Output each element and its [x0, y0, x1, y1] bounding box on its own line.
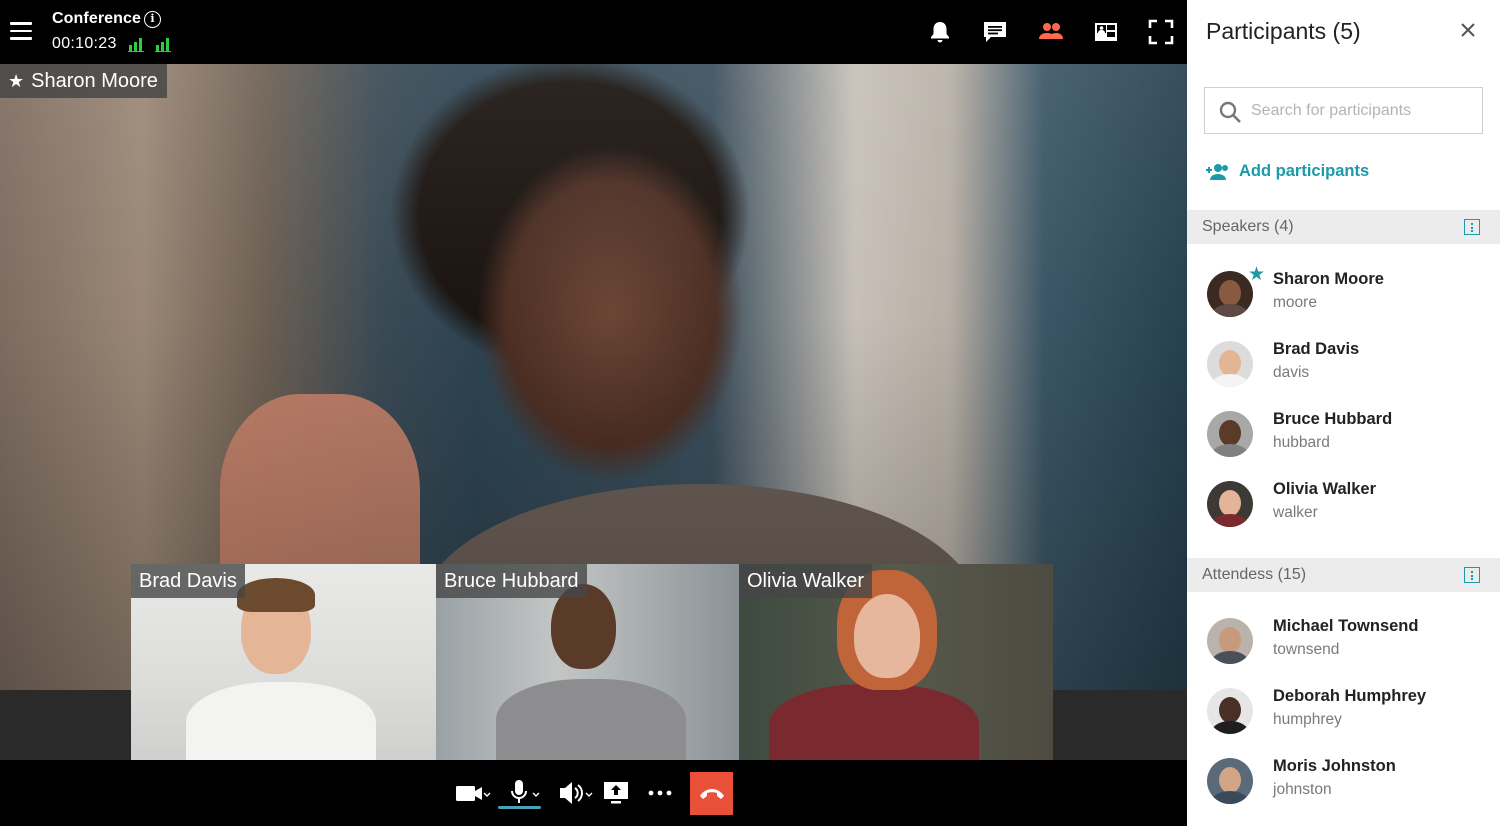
conference-title: Conference: [52, 10, 142, 27]
search-icon: [1219, 101, 1241, 123]
layout-icon[interactable]: [1091, 17, 1121, 47]
speaker-button[interactable]: [558, 778, 598, 808]
avatar: [1207, 271, 1253, 317]
thumbnail-bruce-hubbard[interactable]: Bruce Hubbard: [436, 564, 739, 760]
microphone-button[interactable]: [507, 778, 545, 808]
participant-username: humphrey: [1273, 711, 1342, 728]
participant-name: Olivia Walker: [1273, 480, 1377, 498]
fullscreen-icon[interactable]: [1146, 17, 1176, 47]
hang-up-icon: [699, 788, 724, 799]
thumbnail-brad-davis[interactable]: Brad Davis: [131, 564, 436, 760]
avatar: [1207, 618, 1253, 664]
participant-username: hubbard: [1273, 434, 1330, 451]
participant-row[interactable]: Bruce Hubbard hubbard: [1187, 406, 1500, 466]
signal-icon: [155, 38, 171, 52]
thumbnail-name: Olivia Walker: [739, 564, 873, 598]
section-menu-icon[interactable]: [1464, 219, 1480, 235]
main-speaker-label: ★ Sharon Moore: [0, 64, 167, 98]
participant-name: Michael Townsend: [1273, 617, 1419, 635]
call-controls-bar: [0, 760, 1187, 826]
screen-share-button[interactable]: [603, 778, 629, 808]
avatar: [1207, 341, 1253, 387]
camera-icon: [456, 786, 491, 801]
main-speaker-name: Sharon Moore: [31, 70, 158, 92]
participant-name: Moris Johnston: [1273, 757, 1396, 775]
participant-username: johnston: [1273, 781, 1332, 798]
info-icon[interactable]: i: [144, 11, 161, 28]
speakers-section-header: Speakers (4): [1187, 210, 1500, 244]
participant-username: townsend: [1273, 641, 1340, 658]
close-icon[interactable]: [1458, 20, 1478, 40]
microphone-icon: [511, 780, 540, 803]
attendees-section-label: Attendess (15): [1202, 566, 1307, 583]
more-icon: [648, 790, 672, 796]
signal-icon: [128, 38, 144, 52]
hang-up-button[interactable]: [690, 772, 733, 815]
participant-name: Bruce Hubbard: [1273, 410, 1393, 428]
top-bar: Conference i 00:10:23: [0, 0, 1187, 64]
mic-level-indicator: [498, 806, 541, 809]
add-participants-label: Add participants: [1239, 162, 1370, 180]
moderator-star-icon: ★: [1248, 264, 1266, 285]
more-options-button[interactable]: [648, 778, 674, 808]
participant-row[interactable]: Michael Townsend townsend: [1187, 613, 1500, 673]
panel-title: Participants (5): [1206, 18, 1361, 44]
conference-timer: 00:10:23: [52, 35, 117, 52]
participant-name: Brad Davis: [1273, 340, 1360, 358]
participants-panel: Participants (5) Add participants Speake…: [1187, 0, 1500, 826]
section-menu-icon[interactable]: [1464, 567, 1480, 583]
participant-row[interactable]: Moris Johnston johnston: [1187, 753, 1500, 813]
participant-row[interactable]: Olivia Walker walker: [1187, 476, 1500, 536]
camera-button[interactable]: [455, 778, 493, 808]
add-participants-button[interactable]: Add participants: [1205, 162, 1369, 181]
participants-icon[interactable]: [1036, 17, 1066, 47]
add-users-icon: [1206, 163, 1228, 180]
star-icon: ★: [8, 71, 25, 91]
search-input[interactable]: [1251, 98, 1471, 124]
participant-username: davis: [1273, 364, 1310, 381]
participant-username: moore: [1273, 294, 1317, 311]
chat-icon[interactable]: [980, 17, 1010, 47]
thumbnail-olivia-walker[interactable]: Olivia Walker: [739, 564, 1053, 760]
attendees-section-header: Attendess (15): [1187, 558, 1500, 592]
bell-icon[interactable]: [925, 17, 955, 47]
speakers-section-label: Speakers (4): [1202, 218, 1294, 235]
participant-username: walker: [1273, 504, 1318, 521]
hamburger-menu-icon[interactable]: [10, 22, 32, 40]
participant-name: Sharon Moore: [1273, 270, 1384, 288]
avatar: [1207, 688, 1253, 734]
participant-row[interactable]: ★ Sharon Moore moore: [1187, 264, 1500, 326]
thumbnail-name: Brad Davis: [131, 564, 245, 598]
participant-row[interactable]: Deborah Humphrey humphrey: [1187, 683, 1500, 743]
participant-name: Deborah Humphrey: [1273, 687, 1427, 705]
speaker-icon: [560, 782, 593, 804]
participant-row[interactable]: Brad Davis davis: [1187, 336, 1500, 396]
screen-share-icon: [604, 782, 628, 804]
avatar: [1207, 481, 1253, 527]
avatar: [1207, 758, 1253, 804]
thumbnail-name: Bruce Hubbard: [436, 564, 587, 598]
conference-stage: ★ Sharon Moore Conference i 00:10:23 Bra…: [0, 0, 1187, 826]
avatar: [1207, 411, 1253, 457]
search-field[interactable]: [1204, 87, 1483, 134]
